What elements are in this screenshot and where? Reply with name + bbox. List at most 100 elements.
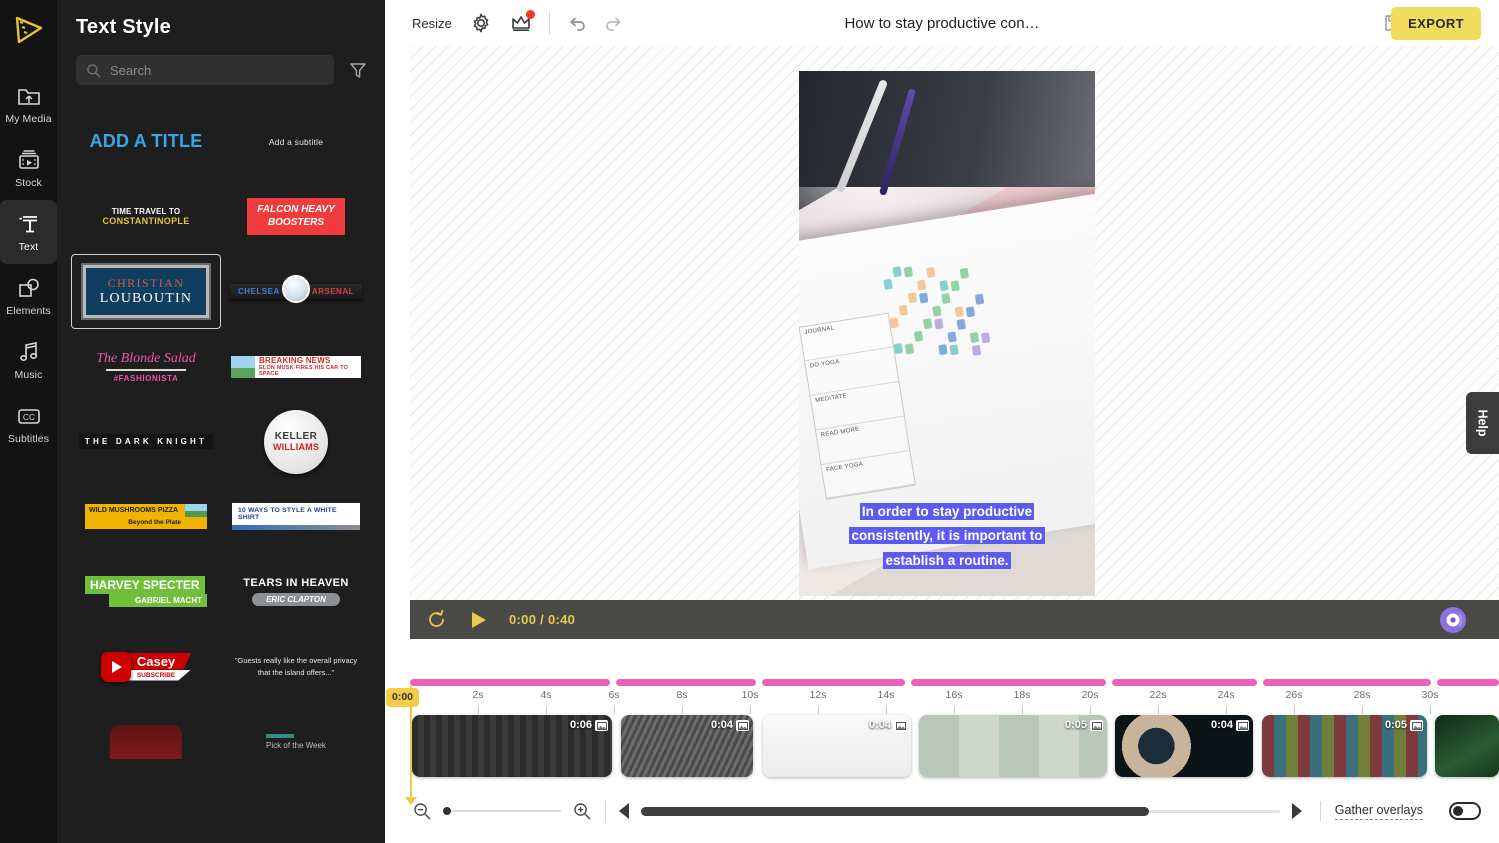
timeline-ruler[interactable]: 2s 4s 6s 8s 10s 12s 14s 16s 18s 20s 22s 24s 26s 28s 30… [385,689,1499,717]
preset-pick-of-the-week[interactable]: Pick of the Week [221,704,371,779]
habit-cell [918,292,929,304]
stock-video-icon [16,147,42,173]
scroll-right-arrow-icon[interactable] [1291,803,1302,819]
ruler-tick-label: 20s [1081,689,1099,701]
habit-cell [907,292,918,304]
timeline-clip[interactable]: 0:05 [919,715,1107,777]
ruler-tick-label: 2s [472,689,484,701]
toolbar-divider [548,12,550,34]
crown-icon[interactable] [510,10,535,34]
red-shape-graphic [110,724,182,759]
timeline-clip[interactable]: 0:04 [621,715,753,777]
preset-white-shirt[interactable]: 10 WAYS TO STYLE A WHITE SHIRT [221,479,371,554]
sidebar-item-elements[interactable]: Elements [0,264,57,328]
habit-cell [892,266,902,278]
toolbar-divider [605,801,606,821]
habit-cell [913,330,924,342]
preset-the-blonde-salad[interactable]: The Blonde Salad #FASHIONISTA [71,329,221,404]
timeline-clip[interactable]: 0:06 [412,715,612,777]
preset-red-shape[interactable] [71,704,221,779]
preset-falcon-heavy[interactable]: FALCON HEAVY BOOSTERS [221,179,371,254]
play-button[interactable] [468,610,488,630]
sidebar-item-music[interactable]: Music [0,328,57,392]
ruler-tick-mark [750,706,751,714]
habit-cell [883,278,893,291]
caption-line: establish a routine. [883,552,1011,570]
youtube-icon [100,651,131,682]
gather-overlays-toggle[interactable] [1449,802,1481,820]
preset-add-a-title[interactable]: ADD A TITLE [71,104,221,179]
clip-duration: 0:04 [868,719,891,731]
help-tab[interactable]: Help [1466,392,1499,454]
loop-replay-icon[interactable] [426,609,447,630]
resize-button[interactable]: Resize [412,16,452,31]
panel-title: Text Style [76,16,171,38]
video-caption-overlay[interactable]: In order to stay productive consistently… [839,500,1055,574]
timeline-clip[interactable] [1435,715,1499,777]
zoom-in-icon[interactable] [573,802,591,820]
closed-caption-icon: CC [16,403,42,429]
caption-line: In order to stay productive [859,502,1035,520]
timeline-scrollbar-thumb[interactable] [641,806,1149,816]
redo-arrow-icon[interactable] [604,13,624,33]
preset-time-travel[interactable]: TIME TRAVEL TO CONSTANTINOPLE [71,179,221,254]
timeline-clip[interactable]: 0:04 [763,715,911,777]
filter-funnel-icon[interactable] [348,60,368,80]
clip-duration: 0:05 [1064,719,1087,731]
preset-the-dark-knight[interactable]: THE DARK KNIGHT [71,404,221,479]
preset-line2: ERIC CLAPTON [252,592,340,606]
shapes-icon [16,275,42,301]
timeline-scrollbar[interactable] [641,806,1280,816]
sidebar-item-stock[interactable]: Stock [0,136,57,200]
habit-cell [938,344,948,356]
preset-breaking-news[interactable]: BREAKING NEWS ELON MUSK FIRES HIS CAR TO… [221,329,371,404]
preset-casey-subscribe[interactable]: Casey SUBSCRIBE [71,629,221,704]
ruler-tick-label: 12s [809,689,827,701]
ruler-tick-mark [1362,706,1363,714]
preset-christian-louboutin[interactable]: CHRISTIAN LOUBOUTIN [71,254,221,329]
timeline-track-bars[interactable] [410,679,1499,686]
preset-line1: TEARS IN HEAVEN [243,576,349,589]
sidebar-item-subtitles[interactable]: CC Subtitles [0,392,57,456]
search-box[interactable] [76,55,334,85]
document-title: How to stay productive con… [844,14,1040,32]
preset-add-a-subtitle[interactable]: Add a subtitle [221,104,371,179]
ruler-tick-mark [1226,706,1227,714]
canvas-area[interactable]: JOURNAL DO YOGA MEDITATE READ MORE FACE … [410,46,1499,600]
track-segment [762,679,905,686]
record-disc-icon[interactable] [1439,606,1467,634]
gather-overlays-label[interactable]: Gather overlays [1334,803,1423,820]
export-button[interactable]: EXPORT [1391,6,1481,40]
ruler-tick-mark [818,706,819,714]
video-preview-stage[interactable]: JOURNAL DO YOGA MEDITATE READ MORE FACE … [799,71,1095,596]
text-style-panel: Text Style ADD A TITLE Add a subtitle [57,0,385,843]
sidebar-item-my-media[interactable]: My Media [0,72,57,136]
ruler-tick-mark [682,706,683,714]
ruler-tick-label: 24s [1217,689,1235,701]
image-badge-icon [595,720,608,731]
zoom-slider[interactable] [443,807,561,815]
scroll-left-arrow-icon[interactable] [619,803,629,819]
preset-guest-quote[interactable]: "Guests really like the overall privacy … [221,629,371,704]
undo-arrow-icon[interactable] [567,13,587,33]
sidebar-item-text[interactable]: Text [0,200,57,264]
gear-icon[interactable] [470,12,492,34]
preset-label: ADD A TITLE [89,131,203,151]
search-input[interactable] [110,62,310,78]
app-logo-icon[interactable] [7,10,51,54]
habit-cell [974,293,985,305]
timeline-clip[interactable]: 0:05 [1262,715,1427,777]
timeline-playhead[interactable]: 0:00 [386,686,420,805]
habit-cell [941,293,951,305]
preset-keller-williams[interactable]: KELLER WILLIAMS [221,404,371,479]
timeline-clip[interactable]: 0:04 [1115,715,1253,777]
image-badge-icon [736,720,749,731]
preset-harvey-specter[interactable]: HARVEY SPECTER GABRIEL MACHT [71,554,221,629]
zoom-slider-knob[interactable] [443,807,451,815]
preset-tears-in-heaven[interactable]: TEARS IN HEAVEN ERIC CLAPTON [221,554,371,629]
ruler-tick-mark [1158,706,1159,714]
ball-icon [282,274,310,303]
preset-wild-mushrooms-pizza[interactable]: WILD MUSHROOMS PIZZA Beyond the Plate [71,479,221,554]
preset-chelsea-arsenal[interactable]: CHELSEA ARSENAL [221,254,371,329]
accent-bar [266,733,295,738]
